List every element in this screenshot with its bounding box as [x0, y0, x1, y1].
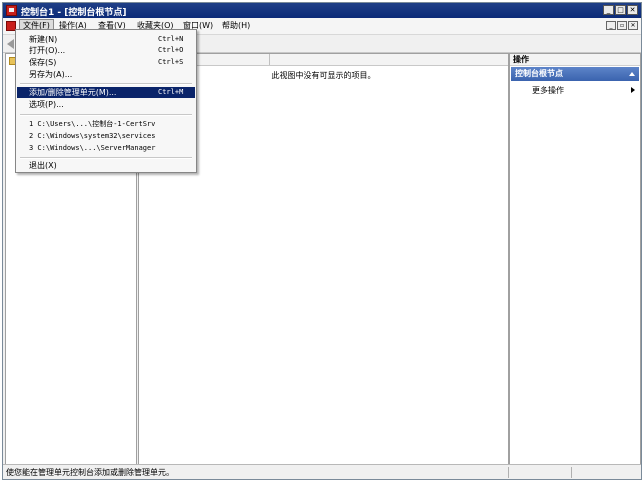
collapse-arrow-icon[interactable] — [629, 72, 635, 76]
submenu-arrow-icon — [631, 87, 635, 93]
file-menu-dropdown: 新建(N) Ctrl+N 打开(O)... Ctrl+O 保存(S) Ctrl+… — [15, 29, 197, 173]
actions-header: 操作 — [510, 54, 640, 66]
mdi-minimize-button[interactable]: _ — [606, 21, 616, 30]
menu-item-open[interactable]: 打开(O)... Ctrl+O — [17, 45, 195, 56]
menu-item-save-as[interactable]: 另存为(A)... — [17, 69, 195, 80]
title-bar: 控制台1 - [控制台根节点] _ □ ✕ — [3, 3, 641, 18]
mdi-restore-button[interactable]: ▫ — [617, 21, 627, 30]
menu-separator — [20, 114, 192, 116]
actions-pane: 操作 控制台根节点 更多操作 — [509, 53, 641, 465]
menu-item-recent-1[interactable]: 1 C:\Users\...\控制台-1-CertSrv — [17, 119, 195, 130]
back-arrow-icon[interactable] — [7, 39, 14, 49]
mdi-close-button[interactable]: ✕ — [628, 21, 638, 30]
menu-item-options[interactable]: 选项(P)... — [17, 99, 195, 110]
menu-item-recent-2[interactable]: 2 C:\Windows\system32\services — [17, 131, 195, 142]
menu-separator — [20, 83, 192, 85]
menu-separator — [20, 157, 192, 159]
mdi-buttons: _ ▫ ✕ — [606, 21, 638, 30]
menu-item-recent-3[interactable]: 3 C:\Windows\...\ServerManager — [17, 143, 195, 154]
menu-item-add-remove-snapin[interactable]: 添加/删除管理单元(M)... Ctrl+M — [17, 87, 195, 98]
column-divider[interactable] — [269, 54, 270, 65]
minimize-button[interactable]: _ — [603, 5, 614, 15]
actions-section-label: 控制台根节点 — [515, 69, 563, 78]
menu-help[interactable]: 帮助(H) — [219, 20, 253, 32]
menu-item-new[interactable]: 新建(N) Ctrl+N — [17, 34, 195, 45]
menu-item-save[interactable]: 保存(S) Ctrl+S — [17, 57, 195, 68]
maximize-button[interactable]: □ — [615, 5, 626, 15]
caption-buttons: _ □ ✕ — [603, 5, 638, 15]
status-divider — [508, 467, 509, 478]
menu-item-exit[interactable]: 退出(X) — [17, 160, 195, 171]
more-actions-link[interactable]: 更多操作 — [532, 85, 564, 96]
actions-section-console-root[interactable]: 控制台根节点 — [511, 67, 639, 81]
close-button[interactable]: ✕ — [627, 5, 638, 15]
window-title: 控制台1 - [控制台根节点] — [21, 8, 127, 18]
status-text: 使您能在管理单元控制台添加或删除管理单元。 — [6, 468, 174, 477]
status-bar: 使您能在管理单元控制台添加或删除管理单元。 — [3, 464, 641, 479]
mmc-app-icon[interactable] — [6, 5, 17, 16]
status-divider — [571, 467, 572, 478]
